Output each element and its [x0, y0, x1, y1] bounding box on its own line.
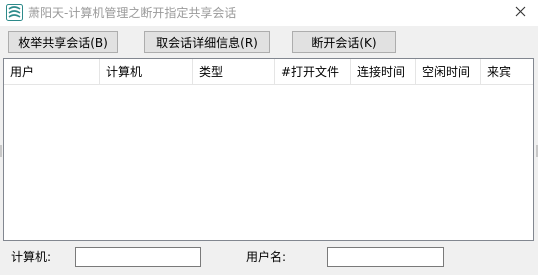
disconnect-session-button[interactable]: 断开会话(K) — [292, 31, 396, 53]
computer-field[interactable] — [75, 247, 201, 267]
column-header-open-files[interactable]: #打开文件 — [275, 59, 351, 85]
computer-label: 计算机: — [11, 250, 52, 264]
column-header-idle-time[interactable]: 空闲时间 — [416, 59, 481, 85]
window-title: 萧阳天-计算机管理之断开指定共享会话 — [28, 6, 237, 20]
left-edge-marker — [0, 145, 2, 157]
username-label: 用户名: — [246, 250, 287, 264]
column-header-type[interactable]: 类型 — [193, 59, 275, 85]
username-field[interactable] — [327, 247, 444, 267]
title-bar: 萧阳天-计算机管理之断开指定共享会话 — [0, 0, 538, 26]
close-icon — [515, 6, 526, 20]
get-session-details-button[interactable]: 取会话详细信息(R) — [144, 31, 270, 53]
main-window: 萧阳天-计算机管理之断开指定共享会话 枚举共享会话(B) 取会话详细信息(R) … — [0, 0, 538, 275]
enumerate-sessions-button[interactable]: 枚举共享会话(B) — [8, 31, 118, 53]
app-logo-icon — [6, 4, 23, 21]
list-header: 用户 计算机 类型 #打开文件 连接时间 空闲时间 来宾 — [4, 59, 533, 85]
column-header-connect-time[interactable]: 连接时间 — [351, 59, 416, 85]
column-header-computer[interactable]: 计算机 — [100, 59, 193, 85]
column-header-user[interactable]: 用户 — [4, 59, 100, 85]
close-button[interactable] — [502, 0, 538, 26]
session-list[interactable]: 用户 计算机 类型 #打开文件 连接时间 空闲时间 来宾 — [3, 58, 534, 241]
column-header-guest[interactable]: 来宾 — [481, 59, 533, 85]
